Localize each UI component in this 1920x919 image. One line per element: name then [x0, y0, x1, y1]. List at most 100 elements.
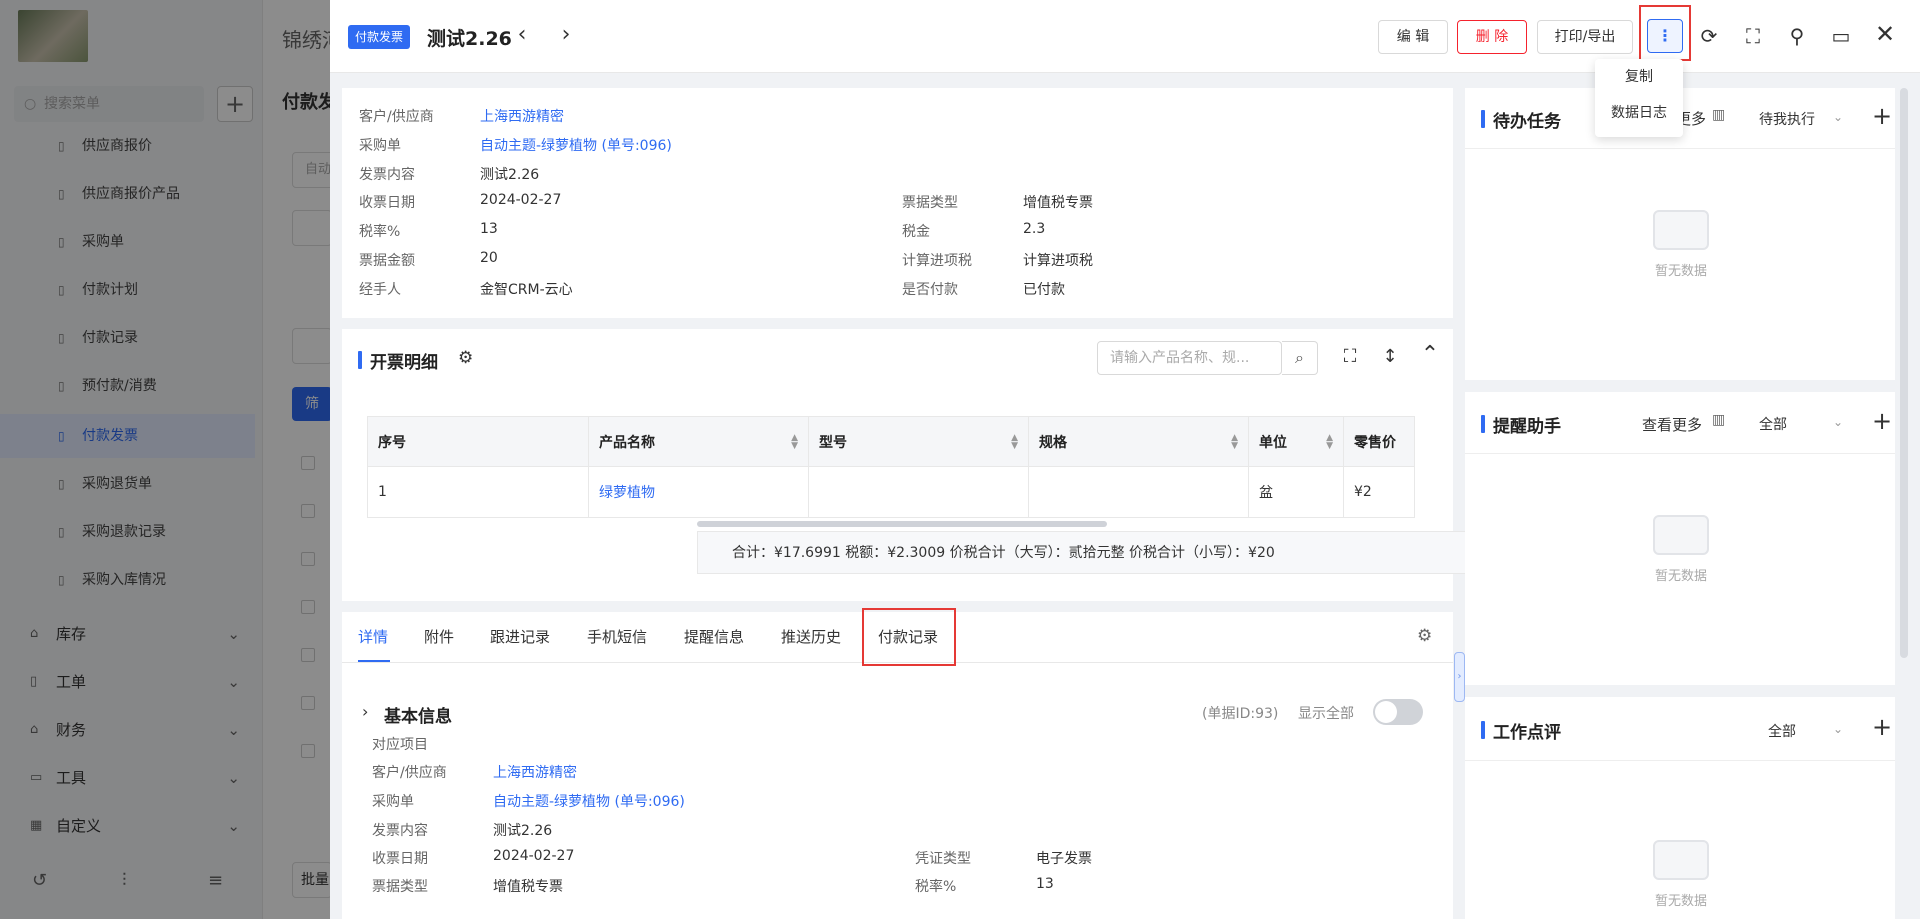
- field-value: 已付款: [1023, 282, 1065, 298]
- more-link[interactable]: 查看更多: [1642, 414, 1702, 435]
- delete-button[interactable]: 删 除: [1457, 20, 1527, 54]
- fullscreen-icon[interactable]: ⛶: [1742, 24, 1764, 48]
- column-label: 零售价: [1354, 434, 1396, 451]
- column-header[interactable]: 序号: [367, 416, 589, 467]
- menu-item-data-log[interactable]: 数据日志: [1595, 95, 1683, 131]
- field-label: 是否付款: [902, 282, 958, 298]
- table-horizontal-scrollbar[interactable]: [697, 521, 1107, 527]
- tab-sms[interactable]: 手机短信: [587, 626, 647, 647]
- add-task-icon[interactable]: +: [1872, 102, 1892, 130]
- supplier-link[interactable]: 上海西游精密: [493, 762, 577, 782]
- column-header[interactable]: 产品名称 ▲ ▼: [588, 416, 809, 467]
- panel-filter-select[interactable]: 全部: [1759, 414, 1787, 434]
- field-label: 客户/供应商: [372, 765, 447, 781]
- empty-inbox-icon: [1653, 515, 1709, 555]
- summary-card: 客户/供应商 上海西游精密 采购单 自动主题-绿萝植物 (单号:096) 发票内…: [342, 88, 1453, 318]
- column-height-icon[interactable]: ↕: [1378, 346, 1402, 367]
- column-label: 型号: [819, 434, 847, 451]
- sort-icon[interactable]: ▲ ▼: [1011, 434, 1018, 451]
- panel-filter-select[interactable]: 全部: [1768, 721, 1796, 741]
- panel-title: 工作点评: [1481, 718, 1561, 743]
- close-icon[interactable]: ✕: [1874, 20, 1896, 48]
- previous-record-icon[interactable]: ‹: [512, 22, 532, 47]
- chevron-right-icon[interactable]: ›: [362, 702, 368, 721]
- empty-state: 暂无数据: [1631, 840, 1731, 909]
- menu-item-copy[interactable]: 复制: [1595, 59, 1683, 95]
- supplier-link[interactable]: 上海西游精密: [480, 106, 564, 126]
- table-cell: [808, 466, 1029, 518]
- panel-collapse-handle[interactable]: ›: [1454, 652, 1465, 702]
- field-label: 收票日期: [372, 851, 428, 867]
- add-review-icon[interactable]: +: [1872, 713, 1892, 741]
- next-record-icon[interactable]: ›: [556, 22, 576, 47]
- more-options-menu: 复制 数据日志: [1595, 59, 1683, 137]
- column-header[interactable]: 型号 ▲ ▼: [808, 416, 1029, 467]
- column-header[interactable]: 零售价: [1343, 416, 1415, 467]
- edit-button[interactable]: 编 辑: [1378, 20, 1448, 54]
- field-label: 税率%: [915, 879, 957, 895]
- panel-title: 待办任务: [1481, 107, 1561, 132]
- field-value: 增值税专票: [493, 879, 563, 895]
- column-label: 产品名称: [599, 434, 655, 451]
- column-header[interactable]: 单位 ▲ ▼: [1248, 416, 1344, 467]
- gear-icon[interactable]: ⚙: [458, 348, 473, 368]
- sort-icon[interactable]: ▲ ▼: [1231, 434, 1238, 451]
- field-label: 凭证类型: [915, 851, 971, 867]
- field-label: 经手人: [359, 282, 401, 298]
- chevron-down-icon: ⌄: [1833, 110, 1844, 124]
- field-value: 13: [1036, 876, 1054, 892]
- table-header-row: 序号 产品名称 ▲ ▼ 型号 ▲ ▼ 规格 ▲ ▼ 单位 ▲ ▼ 零售价: [367, 416, 1415, 467]
- table-row: 1 绿萝植物 盆 ¥2: [367, 466, 1415, 518]
- book-icon[interactable]: ▥: [1712, 107, 1725, 123]
- panel-filter-select[interactable]: 待我执行: [1759, 109, 1815, 129]
- product-link[interactable]: 绿萝植物: [588, 466, 809, 518]
- table-cell: [1028, 466, 1249, 518]
- field-value: 计算进项税: [1023, 253, 1093, 269]
- more-options-button[interactable]: ⋮: [1647, 19, 1683, 53]
- refresh-icon[interactable]: ⟳: [1698, 24, 1720, 48]
- print-export-button[interactable]: 打印/导出: [1537, 20, 1633, 54]
- empty-text: 暂无数据: [1654, 894, 1707, 909]
- vertical-scrollbar[interactable]: [1900, 88, 1908, 658]
- column-label: 序号: [378, 434, 406, 451]
- purchase-order-link[interactable]: 自动主题-绿萝植物 (单号:096): [480, 135, 672, 155]
- empty-inbox-icon: [1653, 210, 1709, 250]
- link-icon[interactable]: ⚲: [1786, 24, 1808, 48]
- active-tab-indicator: [358, 660, 390, 662]
- collapse-icon[interactable]: ⌃: [1418, 342, 1442, 367]
- tab-push-history[interactable]: 推送历史: [781, 626, 841, 647]
- field-label: 税率%: [359, 224, 401, 240]
- product-search-input[interactable]: 请输入产品名称、规...: [1097, 341, 1282, 375]
- invoice-detail-drawer: 付款发票 测试2.26 ‹ › 编 辑 删 除 打印/导出 ⋮ ⟳ ⛶ ⚲ ▭ …: [330, 0, 1920, 919]
- panel-divider: [1465, 760, 1895, 761]
- add-reminder-icon[interactable]: +: [1872, 407, 1892, 435]
- tab-details[interactable]: 详情: [358, 626, 388, 647]
- empty-text: 暂无数据: [1654, 264, 1707, 279]
- search-icon[interactable]: ⌕: [1282, 341, 1318, 375]
- field-value: 13: [480, 221, 498, 237]
- field-value: 测试2.26: [493, 823, 553, 839]
- sort-icon[interactable]: ▲ ▼: [791, 434, 798, 451]
- book-icon[interactable]: ▥: [1712, 412, 1725, 428]
- tab-follow-up[interactable]: 跟进记录: [490, 626, 550, 647]
- table-cell: 1: [367, 466, 589, 518]
- column-header[interactable]: 规格 ▲ ▼: [1028, 416, 1249, 467]
- tab-settings-icon[interactable]: ⚙: [1417, 626, 1432, 646]
- tab-reminders[interactable]: 提醒信息: [684, 626, 744, 647]
- field-label: 采购单: [372, 794, 414, 810]
- show-all-toggle[interactable]: [1373, 699, 1423, 725]
- section-title: 开票明细: [358, 348, 438, 373]
- fullscreen-icon[interactable]: ⛶: [1338, 346, 1362, 367]
- table-cell: ¥2: [1343, 466, 1415, 518]
- side-panel-icon[interactable]: ▭: [1830, 24, 1852, 48]
- field-value: 2024-02-27: [493, 848, 575, 864]
- empty-inbox-icon: [1653, 840, 1709, 880]
- field-label: 客户/供应商: [359, 109, 434, 125]
- purchase-order-link[interactable]: 自动主题-绿萝植物 (单号:096): [493, 791, 685, 811]
- field-value: 增值税专票: [1023, 195, 1093, 211]
- field-label: 采购单: [359, 138, 401, 154]
- field-label: 票据金额: [359, 253, 415, 269]
- sort-icon[interactable]: ▲ ▼: [1326, 434, 1333, 451]
- tab-attachments[interactable]: 附件: [424, 626, 454, 647]
- section-title: 基本信息: [384, 707, 452, 727]
